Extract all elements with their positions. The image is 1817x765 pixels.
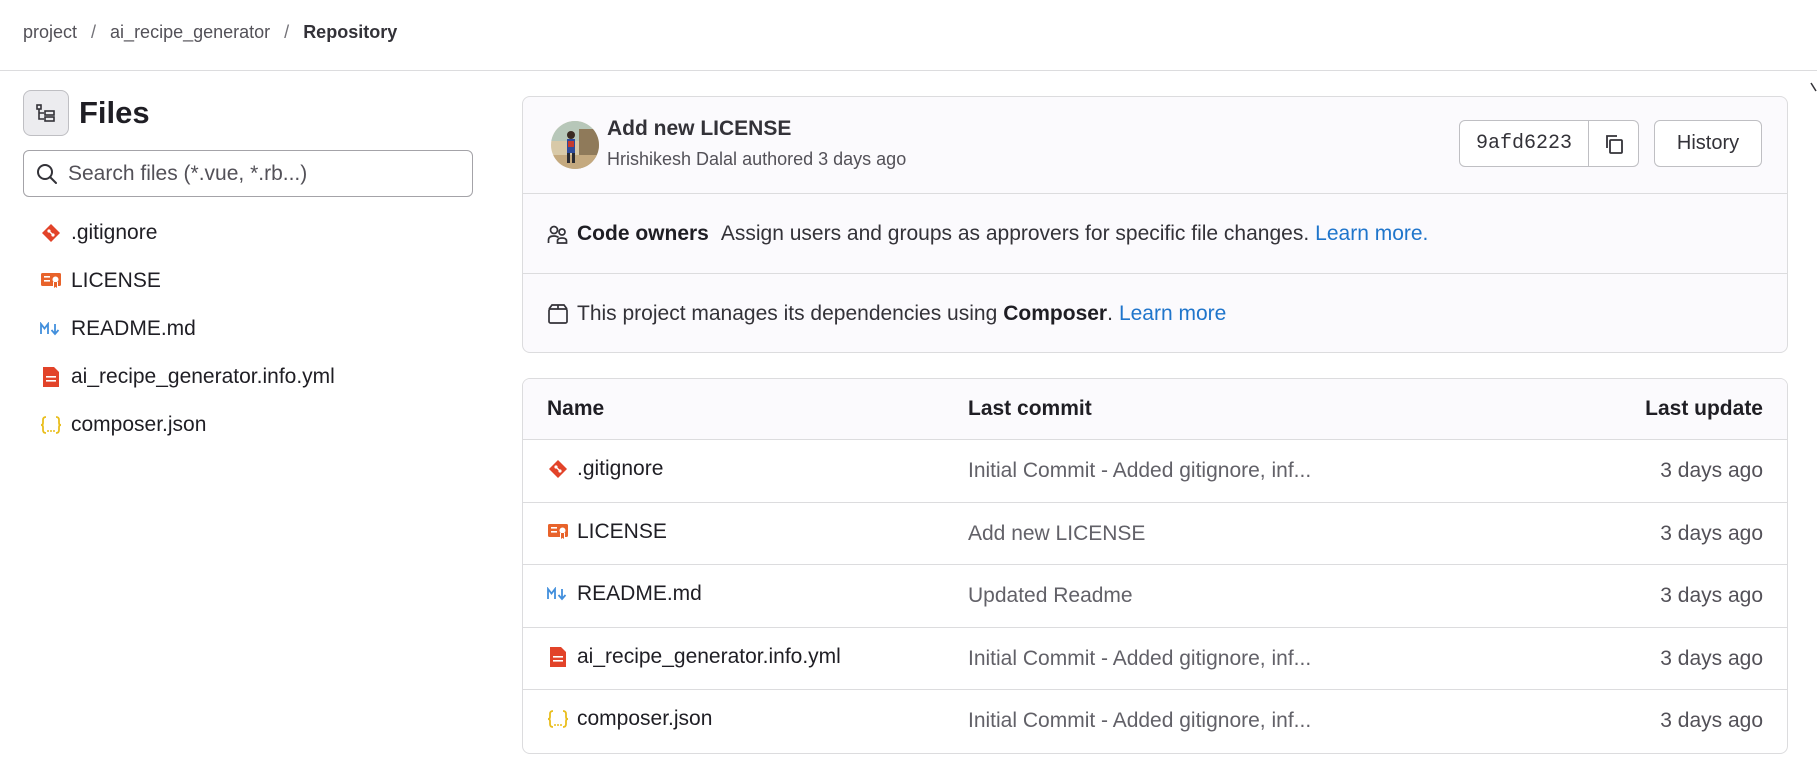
breadcrumb-item-project[interactable]: project [23, 22, 77, 43]
last-update: 3 days ago [1660, 459, 1763, 482]
copy-sha-button[interactable] [1589, 120, 1640, 167]
git-icon [40, 222, 62, 244]
top-bar: project / ai_recipe_generator / Reposito… [0, 0, 1817, 71]
table-row[interactable]: LICENSE Add new LICENSE 3 days ago [523, 503, 1787, 565]
package-icon [547, 302, 571, 326]
breadcrumb-separator: / [284, 22, 290, 42]
files-header: Files [23, 90, 150, 136]
last-commit-link[interactable]: Initial Commit - Added gitignore, inf... [968, 709, 1311, 733]
yaml-file-icon [547, 646, 569, 668]
git-icon [547, 458, 569, 480]
markdown-icon [547, 583, 569, 605]
files-title: Files [79, 95, 150, 130]
dependencies-row: This project manages its dependencies us… [523, 274, 1787, 352]
file-name[interactable]: .gitignore [577, 457, 663, 481]
json-braces-icon [547, 708, 569, 730]
table-row[interactable]: ai_recipe_generator.info.yml Initial Com… [523, 628, 1787, 690]
last-update: 3 days ago [1660, 584, 1763, 607]
tree-item-label: .gitignore [71, 221, 158, 244]
json-braces-icon [40, 414, 62, 436]
table-row[interactable]: README.md Updated Readme 3 days ago [523, 565, 1787, 628]
code-owners-description: Assign users and groups as approvers for… [720, 221, 1310, 245]
last-update: 3 days ago [1660, 709, 1763, 732]
tree-item-readme[interactable]: README.md [40, 305, 335, 353]
commit-sha-group: 9afd6223 [1459, 120, 1640, 167]
history-button[interactable]: History [1654, 120, 1762, 167]
breadcrumb-item-repo[interactable]: ai_recipe_generator [110, 22, 270, 43]
file-name-cell[interactable]: ai_recipe_generator.info.yml [547, 645, 841, 669]
tree-item-gitignore[interactable]: .gitignore [40, 209, 335, 257]
last-commit-panel: Add new LICENSE Hrishikesh Dalal authore… [522, 96, 1788, 353]
file-name-cell[interactable]: LICENSE [547, 520, 667, 544]
table-header: Name Last commit Last update [523, 379, 1787, 440]
file-name[interactable]: composer.json [577, 707, 712, 731]
dependencies-manager: Composer [1003, 302, 1108, 325]
last-commit-link[interactable]: Initial Commit - Added gitignore, inf... [968, 647, 1311, 671]
tree-item-label: LICENSE [71, 269, 161, 292]
code-owners-learn-more-link[interactable]: Learn more. [1315, 222, 1428, 246]
file-tree-icon [36, 104, 55, 122]
tree-item-label: composer.json [71, 413, 207, 436]
file-tree-toggle-button[interactable] [23, 90, 69, 136]
edge-caret-icon [1810, 82, 1817, 92]
table-row[interactable]: composer.json Initial Commit - Added git… [523, 690, 1787, 753]
license-icon [40, 270, 62, 292]
file-table: Name Last commit Last update .gitignore … [522, 378, 1788, 754]
file-name-cell[interactable]: composer.json [547, 707, 712, 731]
dependencies-prefix: This project manages its dependencies us… [577, 302, 998, 325]
breadcrumb-separator: / [91, 22, 97, 42]
last-commit-link[interactable]: Initial Commit - Added gitignore, inf... [968, 459, 1311, 483]
file-name[interactable]: LICENSE [577, 520, 667, 544]
dependencies-learn-more-link[interactable]: Learn more [1119, 302, 1226, 326]
code-owners-label: Code owners [577, 221, 709, 245]
tree-item-info-yml[interactable]: ai_recipe_generator.info.yml [40, 353, 335, 401]
file-name[interactable]: README.md [577, 582, 702, 606]
search-input[interactable] [66, 160, 450, 187]
file-name-cell[interactable]: README.md [547, 582, 702, 606]
file-tree: .gitignore LICENSE README.md ai_recipe_g… [40, 209, 335, 449]
breadcrumb-item-current[interactable]: Repository [303, 22, 397, 43]
last-update: 3 days ago [1660, 646, 1763, 670]
commit-sha[interactable]: 9afd6223 [1459, 120, 1590, 167]
breadcrumb: project / ai_recipe_generator / Reposito… [23, 22, 397, 43]
code-owners-row: Code owners Assign users and groups as a… [523, 194, 1787, 274]
avatar[interactable] [551, 121, 599, 169]
users-icon [547, 222, 571, 246]
commit-row: Add new LICENSE Hrishikesh Dalal authore… [523, 97, 1787, 194]
yaml-file-icon [40, 366, 62, 388]
search-icon [37, 163, 57, 184]
license-icon [547, 521, 569, 543]
column-header-last-update: Last update [1645, 397, 1763, 420]
column-header-last-commit: Last commit [968, 397, 1092, 420]
commit-title[interactable]: Add new LICENSE [607, 117, 791, 141]
file-search[interactable] [23, 150, 473, 197]
commit-action: authored [742, 149, 814, 169]
table-row[interactable]: .gitignore Initial Commit - Added gitign… [523, 440, 1787, 503]
file-name[interactable]: ai_recipe_generator.info.yml [577, 645, 841, 669]
commit-author[interactable]: Hrishikesh Dalal [607, 149, 737, 169]
tree-item-composer-json[interactable]: composer.json [40, 401, 335, 449]
file-name-cell[interactable]: .gitignore [547, 457, 663, 481]
markdown-icon [40, 318, 62, 340]
last-commit-link[interactable]: Add new LICENSE [968, 522, 1145, 546]
last-update: 3 days ago [1660, 521, 1763, 545]
last-commit-link[interactable]: Updated Readme [968, 584, 1133, 608]
commit-meta: Hrishikesh Dalal authored 3 days ago [607, 149, 906, 170]
tree-item-label: ai_recipe_generator.info.yml [71, 365, 335, 388]
column-header-name: Name [547, 397, 605, 420]
copy-icon [1605, 134, 1623, 154]
dependencies-suffix: . [1107, 302, 1113, 325]
tree-item-license[interactable]: LICENSE [40, 257, 335, 305]
tree-item-label: README.md [71, 317, 196, 340]
commit-time: 3 days ago [818, 149, 907, 169]
